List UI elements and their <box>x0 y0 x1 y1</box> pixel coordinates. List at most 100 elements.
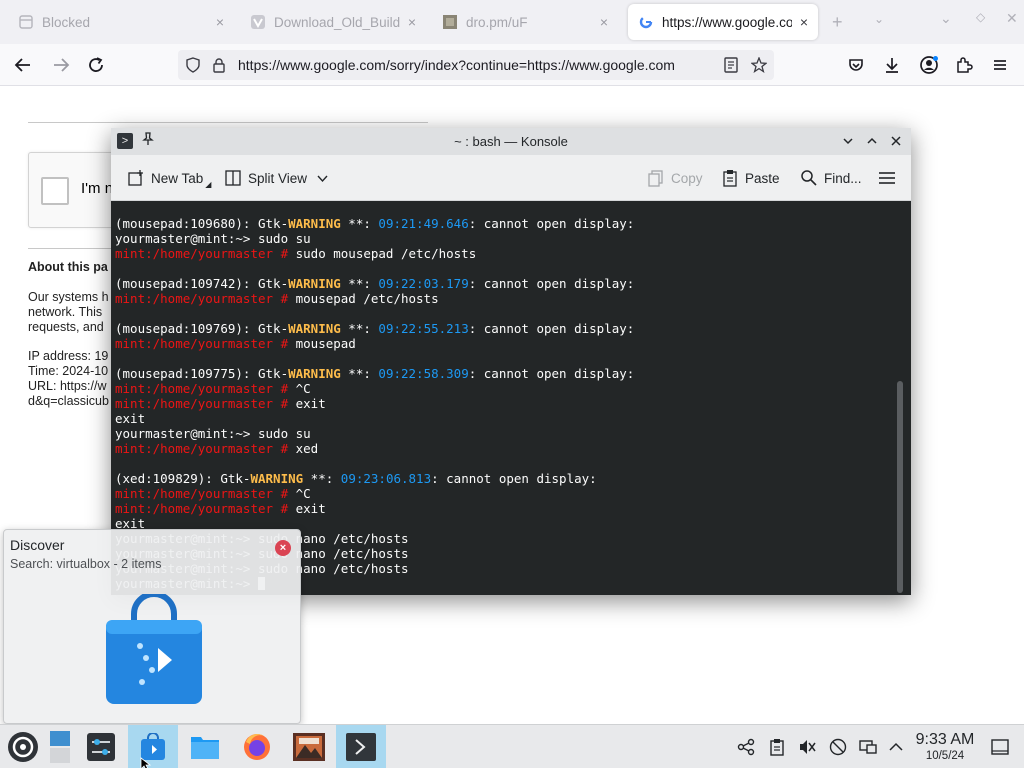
find-button[interactable]: Find... <box>800 167 862 189</box>
terminal-text: exit <box>288 501 326 516</box>
terminal-text: yourmaster@mint:~> sudo su <box>115 231 311 246</box>
terminal-line: exit <box>115 411 634 426</box>
tab-blocked[interactable]: Blocked × <box>8 4 234 40</box>
terminal-text: 09:22:03.179 <box>378 276 469 291</box>
downloads-icon[interactable] <box>879 52 905 78</box>
recaptcha-label: I'm n <box>81 180 114 197</box>
terminal-text: WARNING <box>250 471 304 486</box>
extensions-icon[interactable] <box>951 52 977 78</box>
reload-icon[interactable] <box>83 52 109 78</box>
chevron-down-icon[interactable] <box>317 171 328 186</box>
forward-icon[interactable] <box>48 52 74 78</box>
recaptcha-checkbox[interactable] <box>41 177 69 205</box>
terminal-text: mint:/home/yourmaster # <box>115 291 289 306</box>
list-all-tabs-icon[interactable]: ⌄ <box>874 12 884 26</box>
google-icon <box>638 14 654 30</box>
maximize-icon[interactable] <box>863 132 881 150</box>
clock-date[interactable]: 10/5/24 <box>905 750 985 762</box>
taskbar-system-settings[interactable] <box>76 725 126 768</box>
reader-view-icon[interactable] <box>722 56 740 74</box>
window-close-icon[interactable]: ✕ <box>1006 10 1018 27</box>
paste-label: Paste <box>745 170 780 186</box>
minimize-icon[interactable] <box>839 132 857 150</box>
new-tab-icon <box>127 169 145 187</box>
terminal-line: (mousepad:109742): Gtk-WARNING **: 09:22… <box>115 276 634 291</box>
url-text[interactable]: https://www.google.com/sorry/index?conti… <box>238 57 712 73</box>
search-icon <box>800 169 818 187</box>
menu-icon[interactable] <box>987 52 1013 78</box>
konsole-titlebar[interactable]: > ~ : bash — Konsole <box>111 128 911 155</box>
taskbar-discover[interactable] <box>128 725 178 768</box>
account-icon[interactable] <box>916 52 942 78</box>
lock-icon[interactable] <box>210 56 228 74</box>
taskbar-konsole[interactable] <box>336 725 386 768</box>
minimize-icon[interactable]: ⌄ <box>940 10 952 27</box>
new-tab-button[interactable]: New Tab ◢ <box>127 167 211 189</box>
browser-tab-bar: Blocked × Download_Old_Builds × dro.pm/u… <box>0 0 1024 44</box>
dro-pm-icon <box>442 14 458 30</box>
browser-nav-bar: https://www.google.com/sorry/index?conti… <box>0 44 1024 86</box>
network-disconnected-icon[interactable] <box>828 737 848 757</box>
paste-button[interactable]: Paste <box>721 167 780 189</box>
volume-muted-icon[interactable] <box>797 737 817 757</box>
close-icon[interactable]: × <box>275 540 291 556</box>
tab-close-icon[interactable]: × <box>600 14 608 30</box>
split-view-button[interactable]: Split View <box>224 167 328 189</box>
tab-close-icon[interactable]: × <box>216 14 224 30</box>
terminal-text: (mousepad:109680): Gtk- <box>115 216 289 231</box>
tab-close-icon[interactable]: × <box>408 14 416 30</box>
taskbar-firefox[interactable] <box>232 725 282 768</box>
display-configuration-icon[interactable] <box>858 737 878 757</box>
new-tab-button[interactable]: + <box>832 12 843 33</box>
terminal-line: (mousepad:109775): Gtk-WARNING **: 09:22… <box>115 366 634 381</box>
konsole-title: ~ : bash — Konsole <box>454 134 568 149</box>
copy-button[interactable]: Copy <box>647 167 703 189</box>
split-view-label: Split View <box>248 170 308 186</box>
split-view-icon <box>224 169 242 187</box>
konsole-window: > ~ : bash — Konsole New Tab ◢ Split Vie… <box>111 128 911 595</box>
show-desktop-icon[interactable] <box>990 737 1010 757</box>
page-text-line: IP address: 19 <box>28 349 109 363</box>
tracking-shield-icon[interactable] <box>184 56 202 74</box>
terminal-text: mint:/home/yourmaster # <box>115 246 289 261</box>
tab-close-icon[interactable]: × <box>800 14 808 30</box>
back-icon[interactable] <box>10 52 36 78</box>
terminal-text: mint:/home/yourmaster # <box>115 441 289 456</box>
application-launcher[interactable] <box>0 725 46 768</box>
clock-time[interactable]: 9:33 AM <box>905 731 985 749</box>
taskbar-image-app[interactable] <box>284 725 334 768</box>
tab-google[interactable]: https://www.google.com × <box>628 4 818 40</box>
close-icon[interactable] <box>887 132 905 150</box>
hamburger-menu-icon[interactable] <box>878 167 896 189</box>
terminal-text: : cannot open display: <box>468 366 635 381</box>
maximize-icon[interactable]: ◇ <box>976 10 985 24</box>
url-bar[interactable]: https://www.google.com/sorry/index?conti… <box>178 50 774 80</box>
terminal-text: mint:/home/yourmaster # <box>115 501 289 516</box>
taskbar-dolphin[interactable] <box>180 725 230 768</box>
pocket-icon[interactable] <box>843 52 869 78</box>
terminal-text: 09:21:49.646 <box>378 216 469 231</box>
terminal-text: WARNING <box>288 276 341 291</box>
tab-label: https://www.google.com <box>662 14 792 30</box>
discover-notification[interactable]: Discover Search: virtualbox - 2 items × <box>3 529 301 724</box>
page-text-line: Our systems h <box>28 290 109 304</box>
terminal-line: (mousepad:109680): Gtk-WARNING **: 09:21… <box>115 216 634 231</box>
terminal-text: **: <box>340 321 379 336</box>
blocked-page-icon <box>18 14 34 30</box>
network-share-icon[interactable] <box>736 737 756 757</box>
show-hidden-icons-icon[interactable] <box>886 737 906 757</box>
bookmark-star-icon[interactable] <box>750 56 768 74</box>
divider <box>28 122 428 123</box>
tab-dro-pm[interactable]: dro.pm/uF × <box>432 4 618 40</box>
terminal-text: : cannot open display: <box>468 276 635 291</box>
page-text-line: network. This <box>28 305 103 319</box>
terminal-text: **: <box>340 276 379 291</box>
tab-download-old-builds[interactable]: Download_Old_Builds × <box>240 4 426 40</box>
virtual-desktop-pager[interactable] <box>46 725 74 768</box>
clipboard-icon[interactable] <box>767 737 787 757</box>
scrollbar[interactable] <box>897 381 903 593</box>
terminal-text: mint:/home/yourmaster # <box>115 336 289 351</box>
